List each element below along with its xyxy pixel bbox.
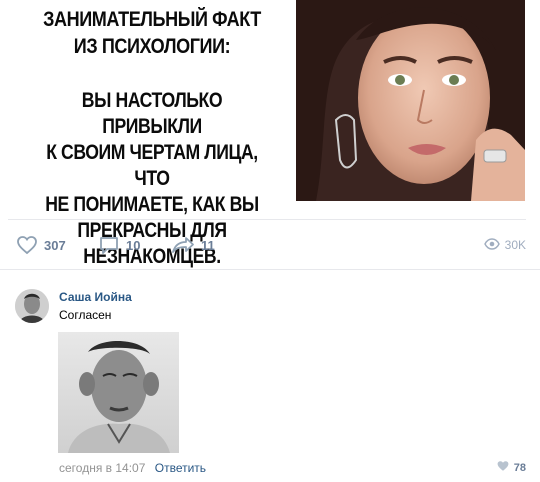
comment-count: 10 <box>126 237 141 253</box>
divider <box>8 219 526 220</box>
comment-icon <box>98 235 120 255</box>
comment-meta: сегодня в 14:07 Ответить <box>59 461 206 475</box>
meme-title-line: ЗАНИМАТЕЛЬНЫЙ ФАКТ <box>43 8 261 31</box>
reply-button[interactable]: Ответить <box>155 461 206 475</box>
meme-body-line: К СВОИМ ЧЕРТАМ ЛИЦА, ЧТО <box>46 141 258 190</box>
post-actions-bar: 307 10 11 30K <box>0 228 540 262</box>
meme-body-line: ВЫ НАСТОЛЬКО ПРИВЫКЛИ <box>81 89 223 138</box>
comment-like-button[interactable]: 78 <box>496 460 526 475</box>
views-counter: 30K <box>483 228 526 262</box>
share-count: 11 <box>201 237 215 253</box>
eye-icon <box>483 237 500 253</box>
meme-title-line: ИЗ ПСИХОЛОГИИ: <box>73 35 231 58</box>
comment-like-count: 78 <box>513 461 526 474</box>
like-button[interactable]: 307 <box>16 228 66 262</box>
comment-timestamp[interactable]: сегодня в 14:07 <box>59 461 145 475</box>
comment-button[interactable]: 10 <box>98 228 140 262</box>
comment-item: Саша Иойна Согласен сегодня в 14:07 Отве… <box>0 282 540 482</box>
comment-author-link[interactable]: Саша Иойна <box>59 290 132 304</box>
post-image[interactable]: ЗАНИМАТЕЛЬНЫЙ ФАКТ ИЗ ПСИХОЛОГИИ: ВЫ НАС… <box>0 0 540 268</box>
like-count: 307 <box>44 237 66 253</box>
meme-body-line: НЕ ПОНИМАЕТЕ, КАК ВЫ <box>45 193 259 216</box>
heart-icon <box>496 460 510 475</box>
share-arrow-icon <box>171 235 195 255</box>
divider <box>0 269 540 270</box>
comment-photo[interactable] <box>58 332 179 453</box>
comment-text: Согласен <box>59 308 112 322</box>
avatar[interactable] <box>15 289 49 323</box>
meme-title: ЗАНИМАТЕЛЬНЫЙ ФАКТ ИЗ ПСИХОЛОГИИ: <box>28 6 276 60</box>
views-count: 30K <box>504 238 526 252</box>
woman-portrait-photo <box>296 0 525 201</box>
share-button[interactable]: 11 <box>171 228 215 262</box>
meme-caption: ЗАНИМАТЕЛЬНЫЙ ФАКТ ИЗ ПСИХОЛОГИИ: ВЫ НАС… <box>8 0 296 268</box>
heart-icon <box>16 235 38 255</box>
